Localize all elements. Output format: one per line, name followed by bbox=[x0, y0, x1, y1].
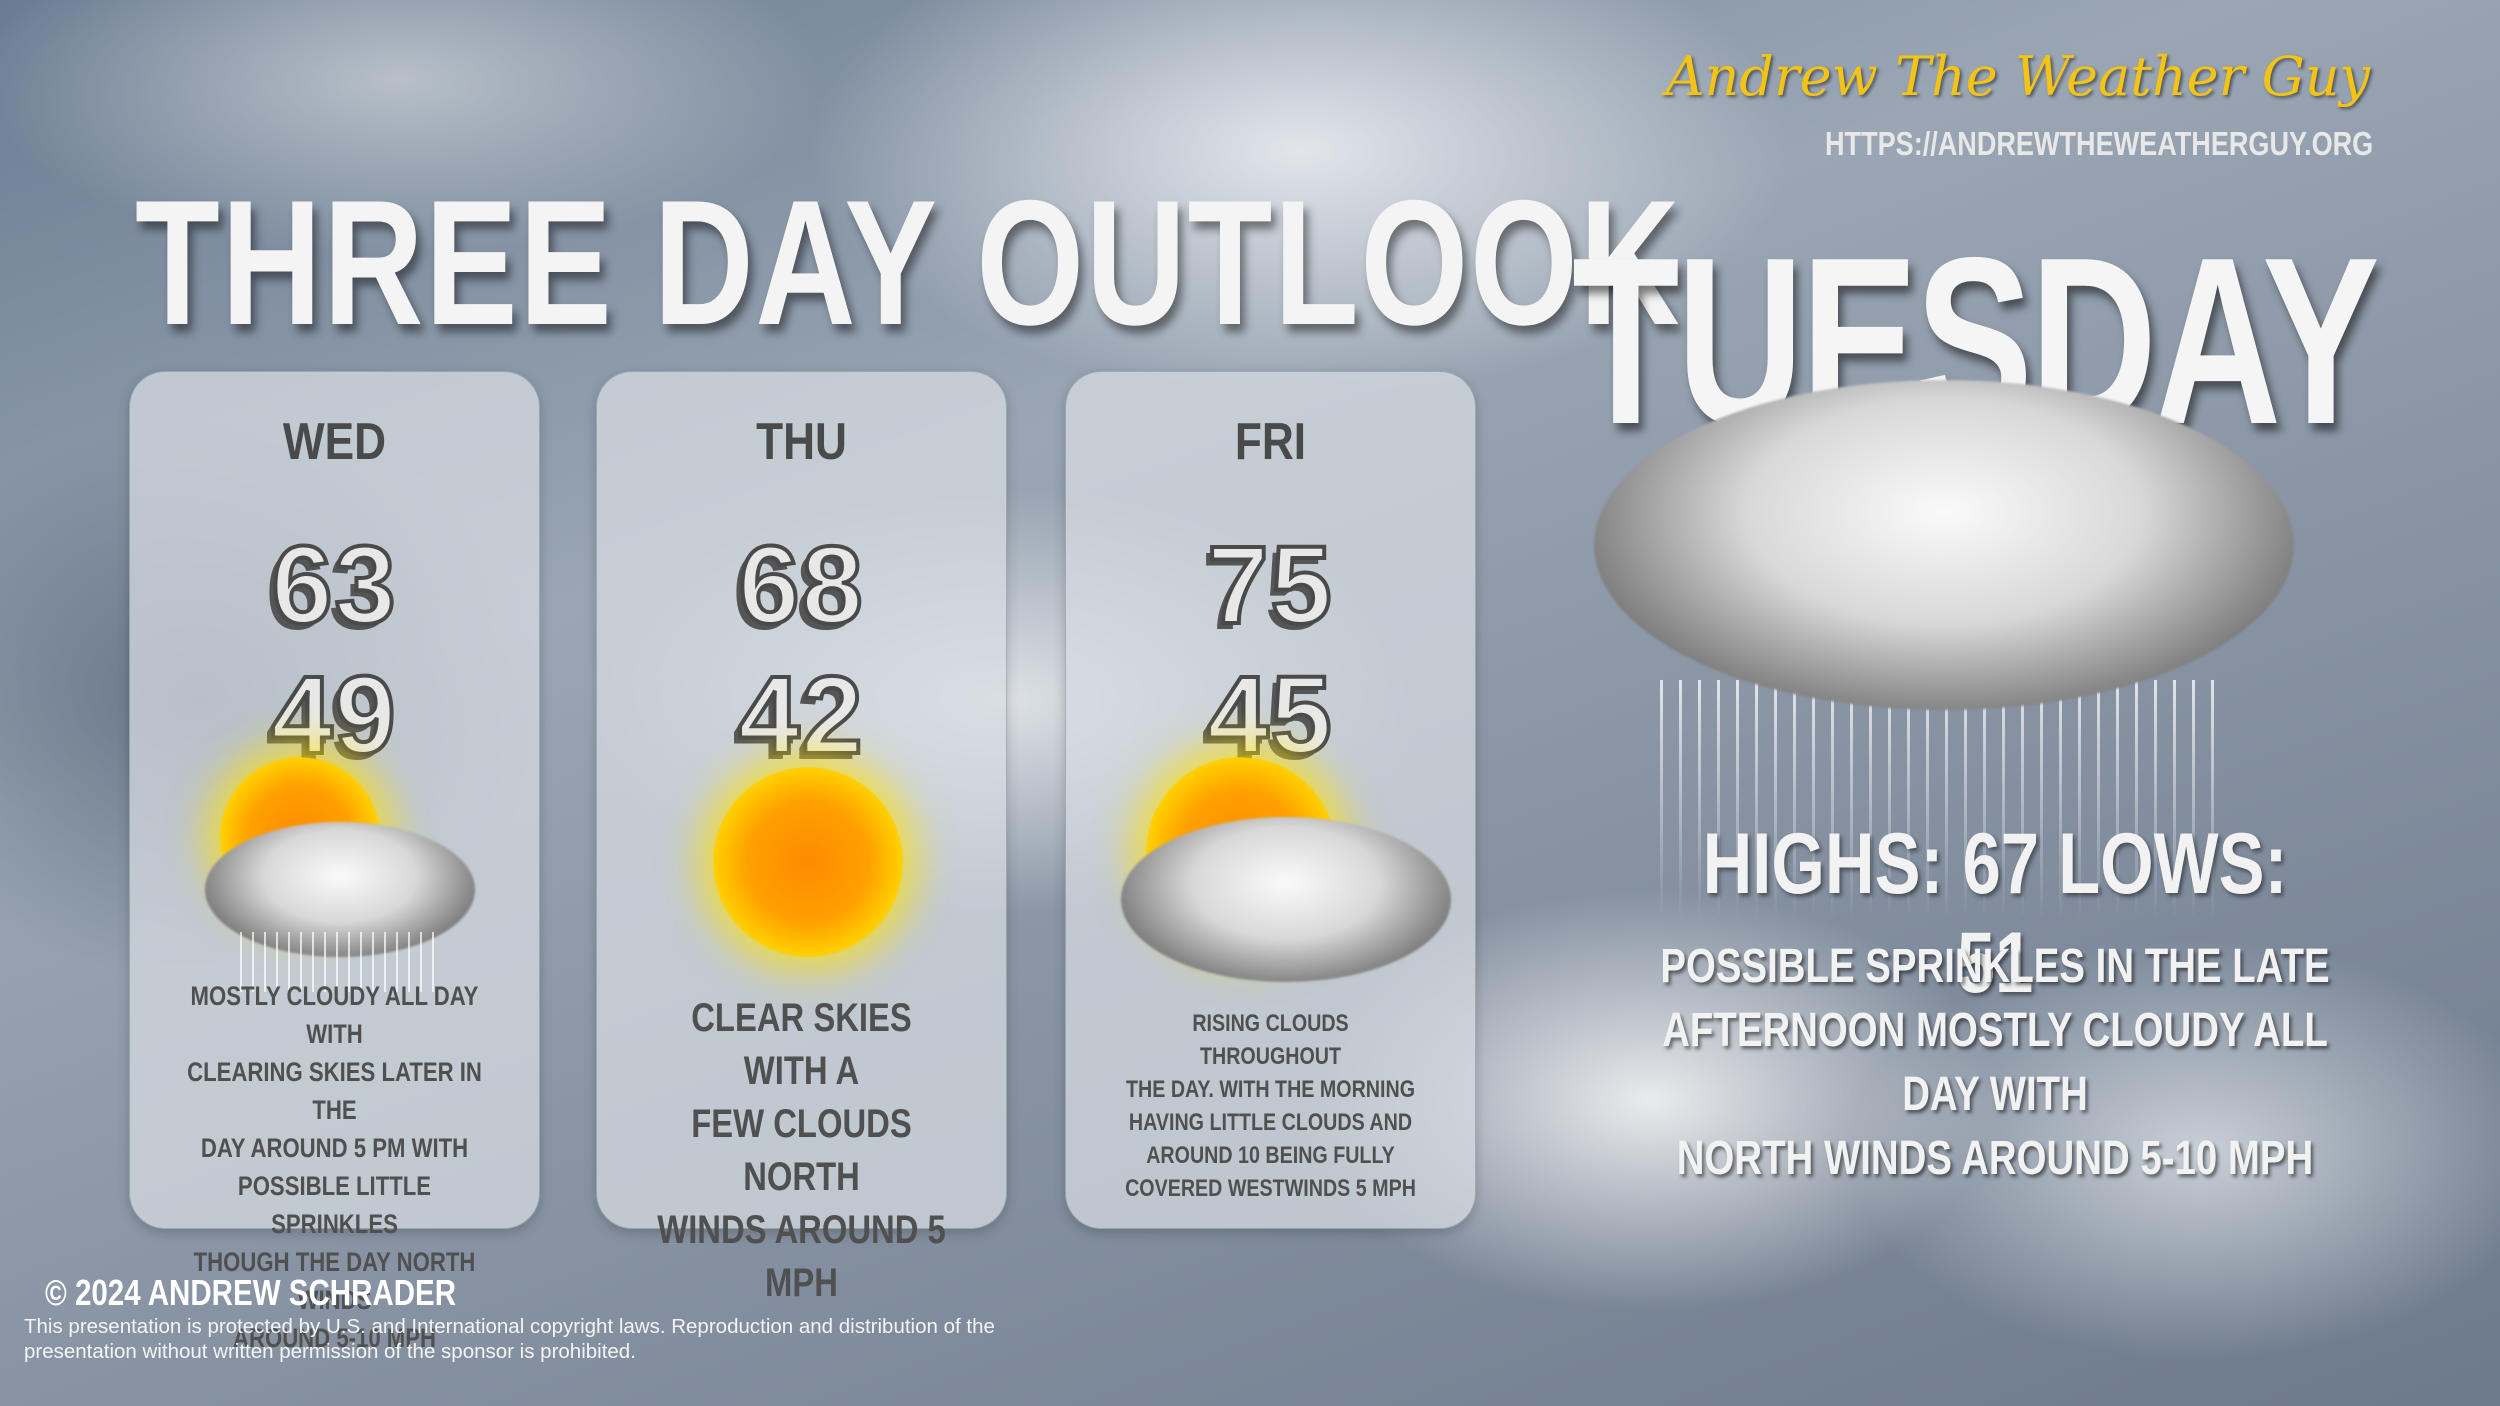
copyright: © 2024 ANDREW SCHRADER bbox=[45, 1272, 457, 1313]
forecast-card-wed: WED 63 49 MOSTLY CLOUDY ALL DAY WITH CLEA… bbox=[129, 371, 540, 1353]
forecast-card-fri: FRI 75 45 RISING CLOUDS THROUGHOUT THE DA… bbox=[1065, 371, 1476, 1229]
low-temp: 45 bbox=[1205, 652, 1334, 779]
day-label: WED bbox=[282, 413, 387, 471]
legal-notice: This presentation is protected by U.S. a… bbox=[24, 1315, 995, 1363]
page-title: THREE DAY OUTLOOK bbox=[135, 163, 1682, 362]
high-temp: 63 bbox=[269, 522, 398, 649]
low-temp: 49 bbox=[269, 652, 398, 779]
website-link[interactable]: HTTPS://ANDREWTHEWEATHERGUY.ORG bbox=[1825, 125, 2373, 163]
forecast-description: RISING CLOUDS THROUGHOUT THE DAY. WITH TH… bbox=[1125, 1010, 1416, 1202]
sun-icon bbox=[713, 767, 903, 957]
brand-logo: Andrew The Weather Guy bbox=[1665, 45, 2370, 108]
day-label: THU bbox=[756, 413, 847, 471]
forecast-description: CLEAR SKIES WITH A FEW CLOUDS NORTH WINDS … bbox=[657, 996, 946, 1305]
high-temp: 68 bbox=[736, 522, 865, 649]
day-label: FRI bbox=[1234, 413, 1307, 471]
low-temp: 42 bbox=[736, 652, 865, 779]
high-temp: 75 bbox=[1205, 522, 1334, 649]
today-description: POSSIBLE SPRINKLES IN THE LATE AFTERNOON … bbox=[1660, 940, 2330, 1185]
forecast-card-thu: THU 68 42 CLEAR SKIES WITH A FEW CLOUDS N… bbox=[596, 371, 1007, 1305]
